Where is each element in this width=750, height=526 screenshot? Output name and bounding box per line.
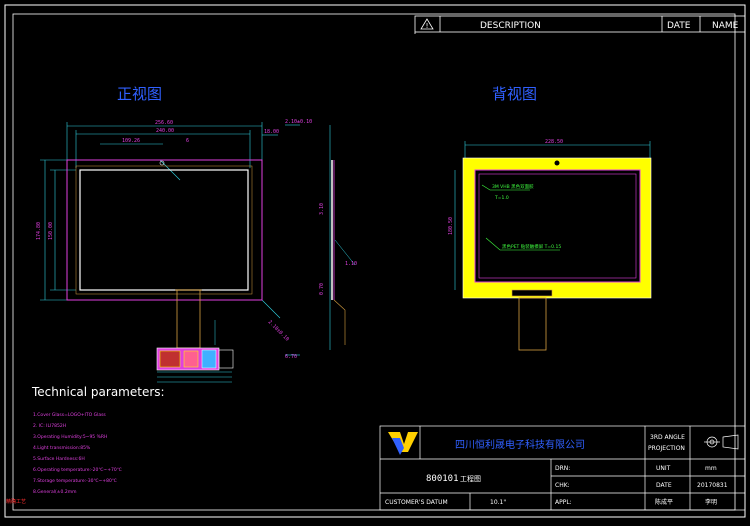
note-tape: 3M VHB 黑色双面胶 [492,183,534,190]
tech-item: 5.Surface Hardness:6H [33,456,85,462]
signature-2: 李明 [705,498,717,506]
tech-item: 7.Storage temperature:-30℃~+80℃ [33,478,117,484]
unit-value: mm [705,465,717,472]
part-suffix: 工程图 [460,474,481,483]
cad-drawing: ! DESCRIPTION DATE NAME 正视图 背视图 256.60 2… [4,4,746,518]
dim-240: 240.00 [156,128,174,134]
svg-text:3.10: 3.10 [319,203,325,215]
tech-title: Technical parameters: [31,385,165,399]
front-view-title: 正视图 [117,85,162,103]
part-number: 800101 [426,474,459,484]
signature-1: 陈成平 [655,498,673,506]
cover-glass-outline [66,159,263,301]
footer-note: 精确工艺 [6,498,26,505]
fpc-cable [176,289,201,349]
dim-left-174: 174.80 [36,222,42,240]
tech-item: 1.Cover Glass=LOGO+ITO Glass [33,412,106,418]
tech-item: 8.General(±0.2mm [33,489,76,495]
dim-angle: 2.10±0.10 [267,319,290,342]
name-header: NAME [712,21,739,31]
revision-table: ! DESCRIPTION DATE NAME [414,15,746,34]
drawing-sheet: ! DESCRIPTION DATE NAME 正视图 背视图 256.60 2… [0,0,750,526]
side-view: 2.10±0.10 3.10 1.10 0.70 6.70 [285,119,357,360]
dim-109: 109.26 [122,138,140,144]
date-label: DATE [656,482,672,489]
back-dim-left: 180.50 [448,217,454,235]
view-area [75,165,253,295]
date-header: DATE [667,21,691,31]
appl-label: APPL: [555,499,572,506]
projection-icon [704,434,739,450]
company-name: 四川恒利晟电子科技有限公司 [455,438,585,451]
back-view: 228.50 180.50 3M VHB 黑色双面胶 T=1.0 黑色PET 贴… [448,139,652,351]
svg-text:0.70: 0.70 [319,283,325,295]
dim-left-150: 150.00 [48,222,54,240]
dim-6: 6 [186,138,189,144]
tech-item: 4.Light transmission:85% [33,445,91,451]
dim-18: 18.00 [264,129,279,135]
note-tape-thickness: T=1.0 [494,195,509,201]
back-fpc [518,297,547,351]
projection-line1: 3RD ANGLE [650,434,685,441]
date-value: 20170831 [697,482,728,489]
svg-text:6.70: 6.70 [285,354,297,360]
back-camera-hole [554,160,560,166]
chk-label: CHK: [555,482,570,489]
unit-label: UNIT [656,465,671,472]
description-header: DESCRIPTION [480,21,541,31]
front-view: 256.60 240.00 109.26 18.00 6 174.80 150.… [36,120,290,383]
size-value: 10.1" [490,499,506,506]
svg-text:1.10: 1.10 [345,261,357,267]
warning-mark: ! [426,22,429,30]
back-view-title: 背视图 [492,85,537,103]
active-area [79,169,249,291]
customer-datum: CUSTOMER'S DATUM [385,499,448,506]
back-dim-top: 228.50 [545,139,563,145]
technical-parameters: Technical parameters: 1.Cover Glass=LOGO… [6,385,165,505]
note-pet: 黑色PET 贴装触摸屏 T=0.15 [502,243,561,250]
tech-item: 6.Operating temperature:-20℃~+70℃ [33,467,122,473]
tech-item: 2. IC: ILI7852H [33,423,66,429]
side-dim-top: 2.10±0.10 [285,119,312,125]
tech-item: 3.Operating Humidity:5~95 %RH [33,434,107,440]
projection-line2: PROJECTION [648,445,685,452]
dim-256: 256.60 [155,120,173,126]
drn-label: DRN: [555,465,570,472]
company-logo [388,432,418,455]
